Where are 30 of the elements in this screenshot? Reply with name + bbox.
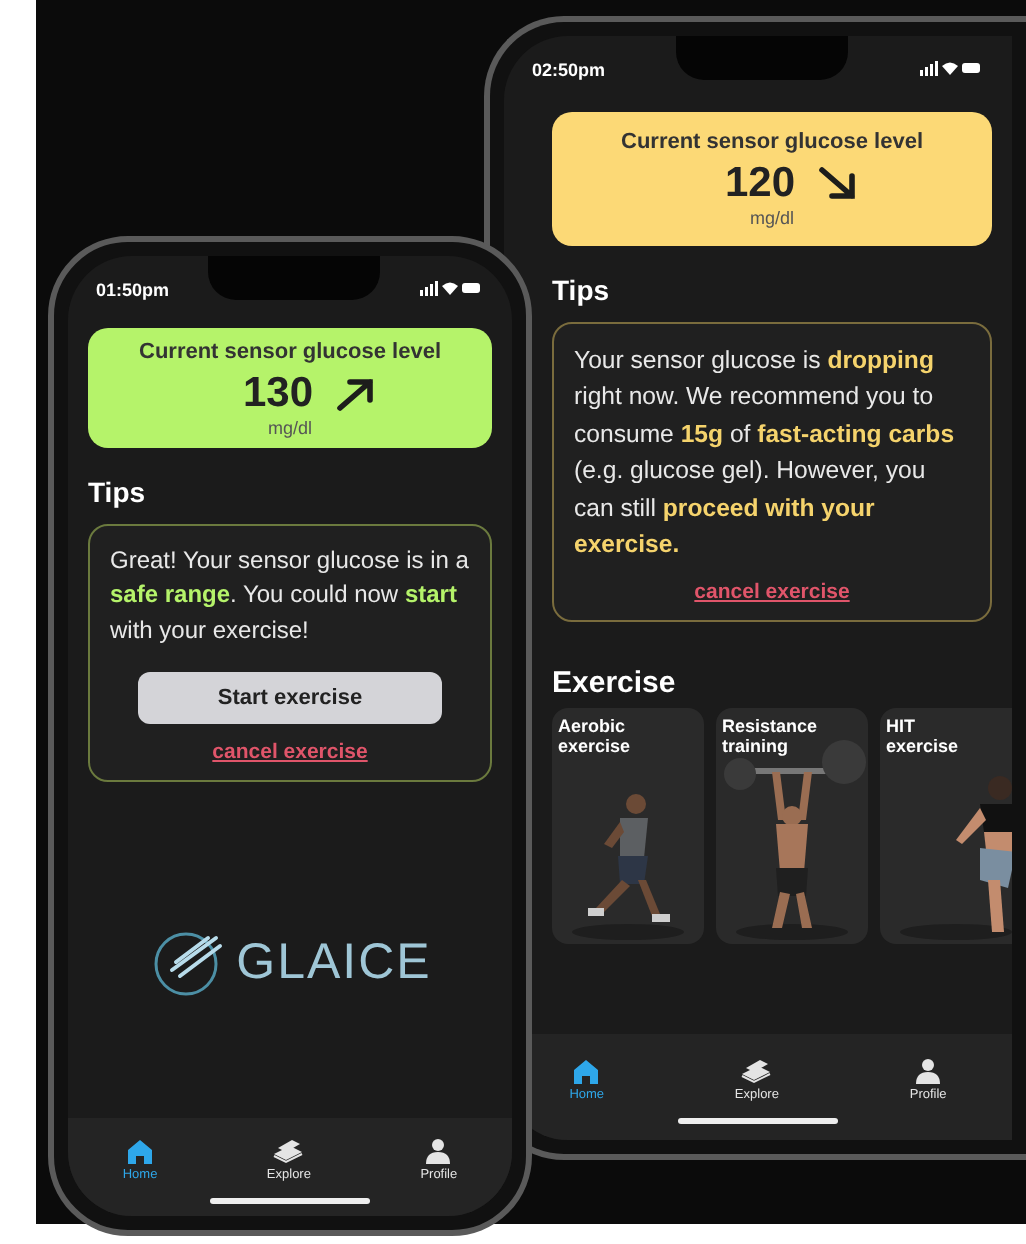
status-time: 02:50pm <box>532 60 606 80</box>
books-icon <box>272 1138 305 1164</box>
glucose-value: 120 <box>724 160 796 208</box>
glucose-value: 130 <box>242 370 314 418</box>
glucose-unit: mg/dl <box>749 208 794 228</box>
tip-text: Your sensor glucose is dropping right now. We recommend you to consume 15g of fast-acting carbs (e.g. glucose gel). However, you can still proceed with your exercise. <box>574 344 957 563</box>
section-heading: Exercise <box>552 665 676 700</box>
exercise-card[interactable]: Aerobic exercise <box>552 707 704 944</box>
home-icon <box>126 1138 155 1164</box>
cancel-exercise-link[interactable]: cancel exercise <box>694 579 850 604</box>
glucose-title: Current sensor glucose level <box>139 340 441 364</box>
status-icons <box>920 60 980 76</box>
arrow-down-right-icon <box>815 166 860 202</box>
exercise-card[interactable]: HIT exercise <box>880 707 1012 944</box>
books-icon <box>740 1058 773 1084</box>
person-icon <box>426 1138 451 1164</box>
section-heading: Tips <box>88 476 146 508</box>
cancel-exercise-link[interactable]: cancel exercise <box>212 740 368 765</box>
start-exercise-button[interactable]: Start exercise <box>138 672 442 725</box>
glucose-title: Current sensor glucose level <box>621 130 923 154</box>
glucose-unit: mg/dl <box>267 418 312 438</box>
status-time: 01:50pm <box>96 280 170 300</box>
section-heading: Tips <box>552 274 610 306</box>
tip-text: Great! Your sensor glucose is in a safe range. You could now start with your exercise! <box>110 544 470 648</box>
home-icon <box>572 1058 601 1084</box>
arrow-up-right-icon <box>333 376 378 412</box>
status-icons <box>420 280 480 296</box>
person-icon <box>916 1058 941 1084</box>
logo-text: GLAICE <box>236 933 432 992</box>
exercise-card[interactable]: Resistance training <box>716 707 868 944</box>
